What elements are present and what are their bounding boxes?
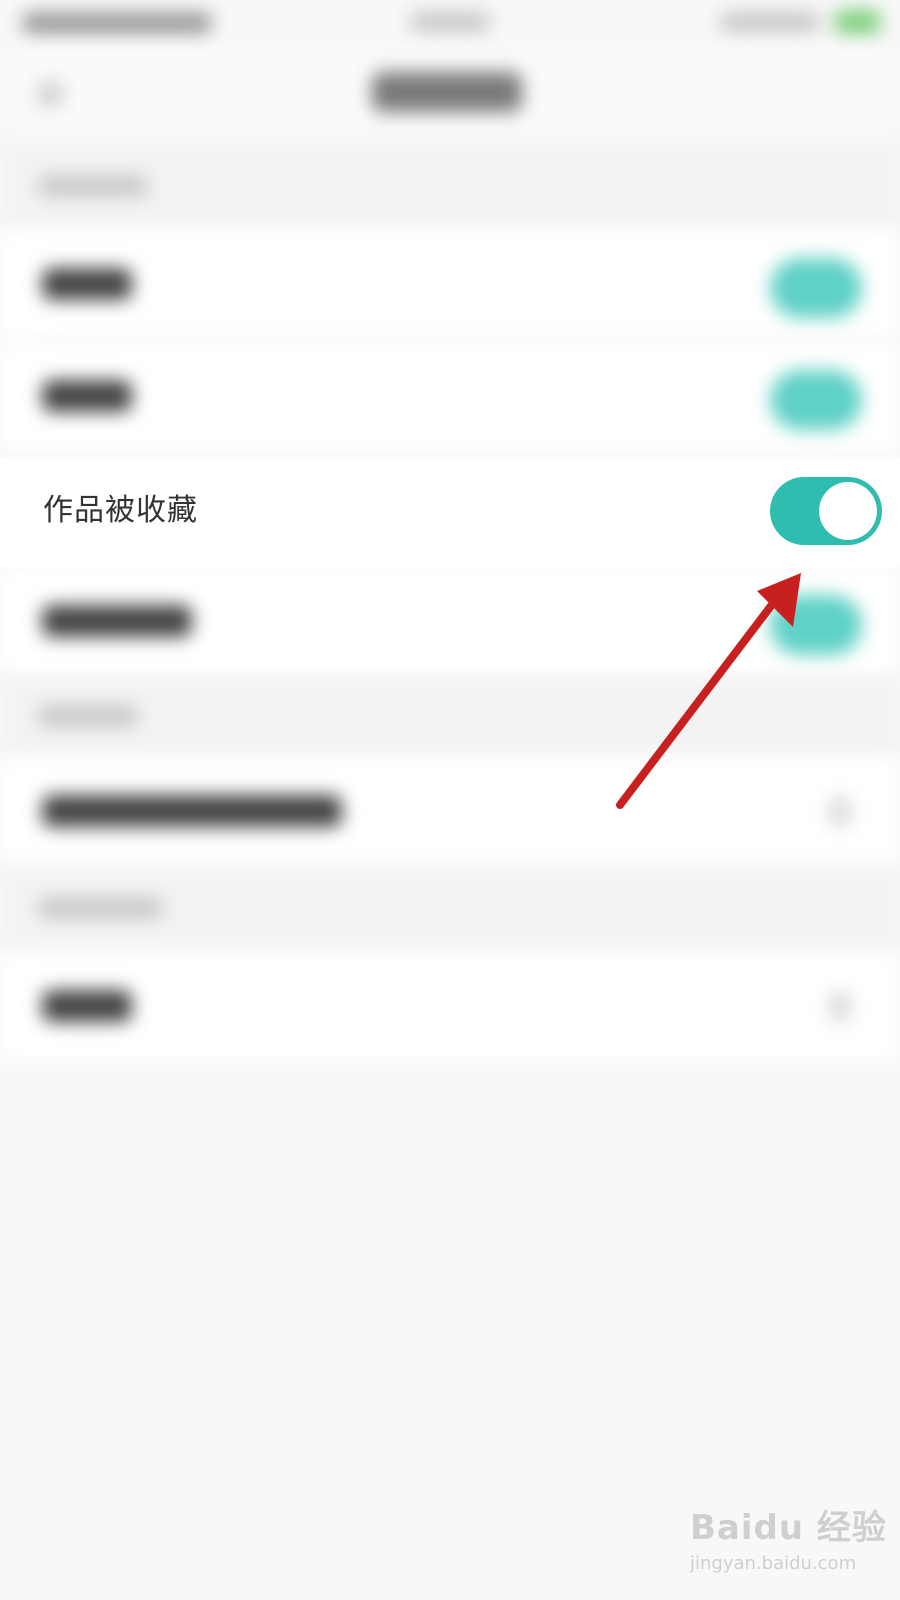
section-header-label [38, 705, 138, 727]
toggle-switch[interactable] [770, 258, 862, 318]
page-title [372, 72, 522, 112]
setting-label: 作品被收藏 [43, 493, 198, 528]
watermark-url: jingyan.baidu.com [690, 1553, 857, 1574]
setting-row-6[interactable] [0, 952, 900, 1062]
setting-row-1[interactable] [0, 230, 900, 340]
setting-row-label [42, 605, 192, 637]
toggle-knob [819, 482, 877, 540]
section-header-label [38, 175, 148, 197]
battery-icon [835, 10, 880, 34]
favorited-toggle-switch[interactable] [770, 477, 882, 545]
section-header-2 [0, 677, 900, 757]
status-bar [0, 0, 900, 50]
toggle-switch[interactable] [770, 370, 862, 430]
section-header-3 [0, 867, 900, 952]
setting-row-label [42, 795, 342, 827]
chevron-right-icon [830, 797, 850, 827]
setting-row-label [42, 268, 132, 300]
setting-row-5[interactable] [0, 757, 900, 867]
setting-row-4[interactable] [0, 567, 900, 677]
back-arrow-icon[interactable] [38, 82, 62, 106]
watermark: Baidu 经验 jingyan.baidu.com [690, 1500, 890, 1600]
toggle-switch[interactable] [770, 595, 862, 655]
status-bar-center [410, 12, 490, 32]
status-bar-right [720, 12, 820, 32]
section-header-1 [0, 140, 900, 230]
setting-row-label [42, 380, 132, 412]
setting-row-2[interactable] [0, 342, 900, 452]
chevron-right-icon [830, 992, 850, 1022]
setting-row-label [42, 990, 132, 1022]
setting-row-favorited[interactable]: 作品被收藏 [0, 457, 900, 567]
baidu-jingyan-logo: Baidu 经验 [690, 1508, 887, 1548]
section-header-label [38, 897, 163, 919]
status-bar-left [22, 12, 212, 34]
